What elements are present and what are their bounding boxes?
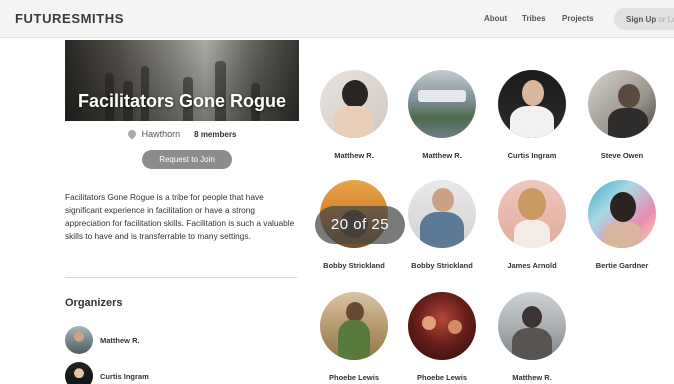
section-divider — [65, 277, 297, 278]
avatar — [408, 180, 476, 248]
organizers-heading: Organizers — [65, 297, 123, 309]
member-name: Steve Owen — [600, 151, 644, 160]
avatar — [65, 362, 93, 384]
avatar — [498, 70, 566, 138]
tribe-description: Facilitators Gone Rogue is a tribe for p… — [65, 192, 295, 241]
member-name: Curtis Ingram — [507, 151, 557, 160]
avatar — [498, 180, 566, 248]
avatar — [588, 180, 656, 248]
member-name: Phoebe Lewis — [416, 373, 467, 382]
avatar — [498, 292, 566, 360]
nav-link-tribes[interactable]: Tribes — [522, 14, 546, 23]
site-logo[interactable]: FUTURESMITHS — [15, 11, 124, 26]
tribe-location: Hawthorn — [141, 129, 181, 139]
request-to-join-button[interactable]: Request to Join — [142, 150, 232, 169]
signup-login-button[interactable]: Sign Up or Lo — [614, 8, 674, 30]
avatar — [320, 292, 388, 360]
avatar — [408, 292, 476, 360]
organizer-name: Matthew R. — [100, 336, 140, 345]
avatar — [65, 326, 93, 354]
nav-link-projects[interactable]: Projects — [562, 14, 594, 23]
member-count: 8 members — [194, 130, 237, 139]
avatar — [588, 70, 656, 138]
top-nav-bar: FUTURESMITHS About Tribes Projects Sign … — [0, 0, 674, 38]
member-name: Matthew R. — [334, 151, 374, 160]
member-name: James Arnold — [507, 261, 557, 270]
login-label: or Lo — [658, 15, 674, 24]
member-name: Bertie Gardner — [595, 261, 649, 270]
member-name: Matthew R. — [512, 373, 552, 382]
organizer-name: Curtis Ingram — [100, 372, 149, 381]
member-name: Bobby Strickland — [323, 261, 385, 270]
member-name: Phoebe Lewis — [328, 373, 379, 382]
avatar — [408, 70, 476, 138]
member-name: Bobby Strickland — [411, 261, 473, 270]
signup-label: Sign Up — [626, 15, 657, 24]
gallery-counter-badge: 20 of 25 — [315, 206, 405, 244]
tribe-meta: Hawthorn 8 members — [65, 128, 299, 140]
tribe-title: Facilitators Gone Rogue — [77, 91, 287, 111]
nav-link-about[interactable]: About — [484, 14, 507, 23]
map-pin-icon — [125, 128, 138, 140]
member-name: Matthew R. — [422, 151, 462, 160]
tribe-banner-image: Facilitators Gone Rogue — [65, 40, 299, 121]
avatar — [320, 70, 388, 138]
